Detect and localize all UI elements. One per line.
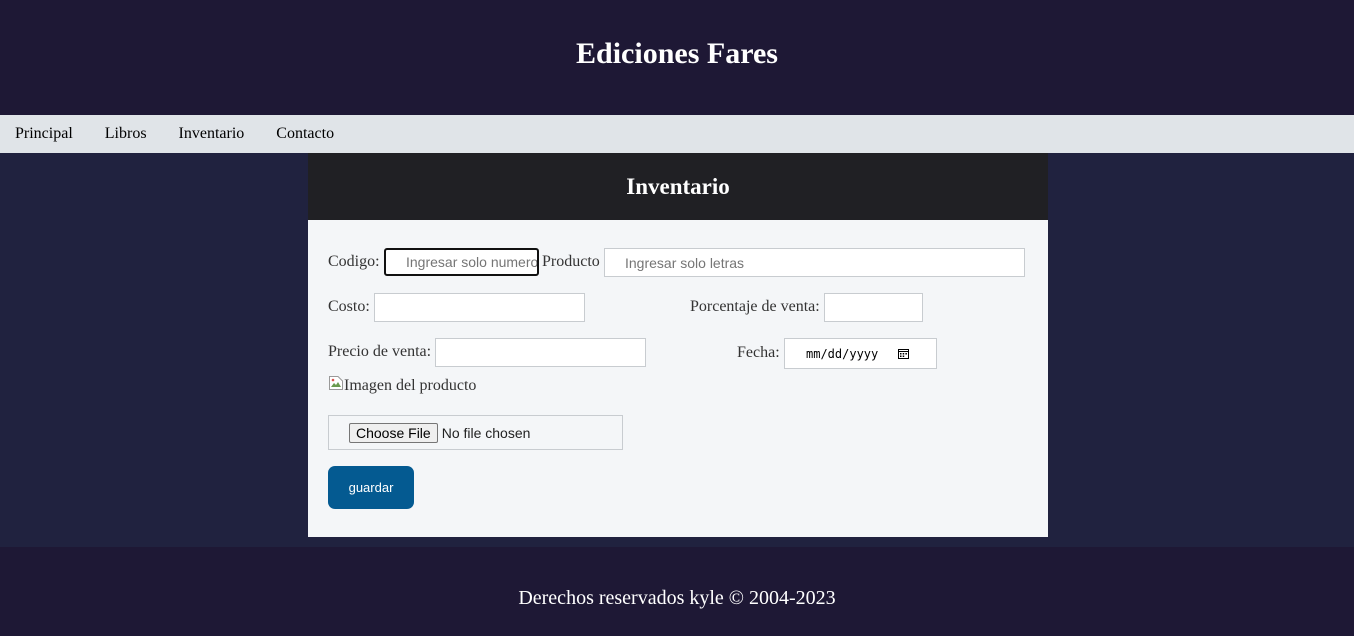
image-alt-text: Imagen del producto: [344, 377, 477, 394]
porcentaje-input[interactable]: [824, 293, 923, 322]
site-footer: Derechos reservados kyle © 2004-2023: [0, 547, 1354, 636]
save-button[interactable]: guardar: [328, 466, 414, 509]
producto-label: Producto: [542, 253, 600, 270]
site-title: Ediciones Fares: [576, 36, 778, 70]
main-nav: Principal Libros Inventario Contacto: [0, 115, 1354, 153]
nav-item-principal[interactable]: Principal: [15, 125, 73, 143]
fecha-label: Fecha:: [737, 344, 780, 361]
codigo-label: Codigo:: [328, 253, 380, 270]
nav-item-contacto[interactable]: Contacto: [276, 125, 334, 143]
porcentaje-label: Porcentaje de venta:: [690, 298, 820, 315]
nav-item-libros[interactable]: Libros: [105, 125, 147, 143]
file-upload: Choose File No file chosen: [328, 415, 623, 450]
broken-image-icon: [328, 375, 344, 391]
nav-item-inventario[interactable]: Inventario: [179, 125, 245, 143]
codigo-input[interactable]: [384, 248, 539, 276]
choose-file-button[interactable]: Choose File: [349, 422, 438, 443]
copyright-text: Derechos reservados kyle © 2004-2023: [518, 587, 836, 609]
precio-input[interactable]: [435, 338, 646, 367]
site-header: Ediciones Fares: [0, 0, 1354, 115]
inventory-panel: Inventario Codigo: Producto Costo: Porce…: [308, 153, 1048, 537]
file-status: No file chosen: [441, 424, 531, 441]
fecha-value: mm/dd/yyyy: [806, 346, 879, 361]
producto-input[interactable]: [604, 248, 1025, 277]
costo-label: Costo:: [328, 298, 370, 315]
panel-title: Inventario: [626, 173, 730, 199]
costo-input[interactable]: [374, 293, 585, 322]
product-image: Imagen del producto: [328, 375, 477, 395]
fecha-input[interactable]: mm/dd/yyyy: [784, 338, 937, 369]
precio-label: Precio de venta:: [328, 343, 432, 360]
calendar-icon[interactable]: [898, 348, 910, 359]
panel-header: Inventario: [308, 153, 1048, 220]
